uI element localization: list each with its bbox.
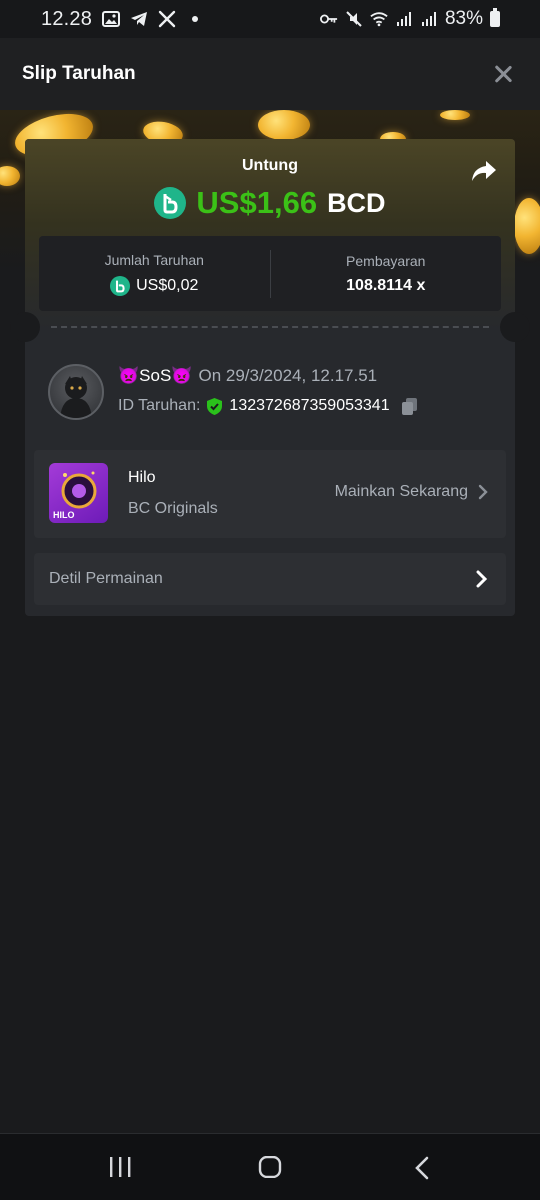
signal-icon <box>395 10 413 28</box>
status-right: 83% <box>319 8 500 30</box>
dashed-divider <box>51 326 489 328</box>
chevron-right-icon <box>476 570 488 588</box>
wifi-icon <box>370 10 388 28</box>
bet-amount-label: Jumlah Taruhan <box>104 251 204 268</box>
bet-id-value: 132372687359053341 <box>229 397 390 414</box>
bet-amount-stat: Jumlah Taruhan US$0,02 <box>39 236 270 311</box>
player-name[interactable]: 👿SoS👿 <box>118 366 192 386</box>
page-title: Slip Taruhan <box>22 63 136 84</box>
bcd-coin-icon <box>154 187 187 219</box>
key-icon <box>319 10 338 28</box>
gold-coin-decoration <box>514 198 540 254</box>
telegram-icon <box>130 10 148 28</box>
modal-header: Slip Taruhan <box>0 38 540 110</box>
dot-icon <box>186 10 204 28</box>
ticket-notch-right <box>500 312 530 342</box>
payout-label: Pembayaran <box>346 252 426 269</box>
share-icon[interactable] <box>470 159 498 183</box>
status-time: 12.28 <box>41 7 93 30</box>
close-icon[interactable] <box>492 63 514 85</box>
home-icon[interactable] <box>258 1155 282 1183</box>
gallery-icon <box>102 10 121 28</box>
avatar[interactable] <box>48 364 104 420</box>
battery-percent: 83% <box>444 8 483 29</box>
status-left: 12.28 <box>41 8 204 31</box>
profit-amount: US$1,66 <box>196 185 318 220</box>
payout-value: 108.8114 x <box>346 276 426 294</box>
copy-icon[interactable] <box>400 396 420 416</box>
x-icon <box>158 10 176 28</box>
back-icon[interactable] <box>414 1156 430 1185</box>
recents-icon[interactable] <box>108 1156 132 1183</box>
status-bar: 12.28 83% <box>0 0 540 38</box>
play-now-label: Mainkan Sekarang <box>334 483 468 500</box>
bet-id-line: ID Taruhan: 132372687359053341 <box>118 395 420 417</box>
game-provider: BC Originals <box>128 500 218 517</box>
bet-date: On 29/3/2024, 12.17.51 <box>198 366 378 385</box>
shield-check-icon <box>206 397 223 416</box>
gold-coin-decoration <box>440 110 470 120</box>
gold-coin-decoration <box>258 110 310 140</box>
gold-coin-decoration <box>0 166 20 186</box>
player-info-line: 👿SoS👿 On 29/3/2024, 12.17.51 <box>118 365 377 387</box>
profit-section: Untung US$1,66 BCD Jumlah Taruhan US$0,0… <box>25 139 515 329</box>
play-now-button[interactable]: Mainkan Sekarang <box>335 483 488 501</box>
game-thumbnail[interactable]: HILO <box>49 463 108 523</box>
payout-stat: Pembayaran 108.8114 x <box>271 236 502 311</box>
game-details-row[interactable]: Detil Permainan <box>34 553 506 605</box>
ticket-notch-left <box>10 312 40 342</box>
chevron-right-icon <box>478 484 488 500</box>
game-row[interactable]: HILO Hilo BC Originals Mainkan Sekarang <box>34 450 506 538</box>
bet-stats-box: Jumlah Taruhan US$0,02 Pembayaran 108.81… <box>39 236 501 311</box>
system-nav-bar <box>0 1133 540 1200</box>
signal-icon <box>420 10 438 28</box>
game-details-label: Detil Permainan <box>49 570 163 587</box>
game-thumbnail-label: HILO <box>53 510 75 520</box>
bet-slip-card: Untung US$1,66 BCD Jumlah Taruhan US$0,0… <box>10 139 530 616</box>
profit-row: US$1,66 BCD <box>25 183 515 223</box>
bet-amount-value: US$0,02 <box>136 276 199 294</box>
battery-icon <box>490 8 500 27</box>
bet-amount-value-row: US$0,02 <box>110 275 199 296</box>
bet-id-label: ID Taruhan: <box>118 397 201 414</box>
profit-label: Untung <box>242 157 298 174</box>
game-name: Hilo <box>128 469 156 486</box>
ticket-perforation <box>10 312 530 342</box>
bcd-coin-icon <box>110 275 131 296</box>
mute-icon <box>345 10 363 28</box>
profit-currency: BCD <box>327 187 386 218</box>
